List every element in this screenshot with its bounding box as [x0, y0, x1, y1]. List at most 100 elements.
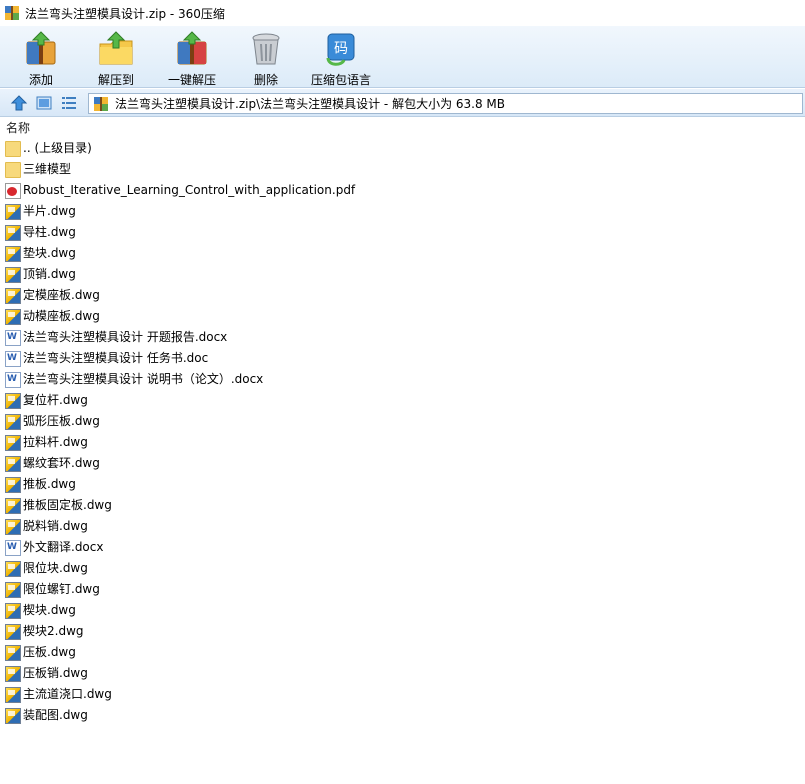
file-row[interactable]: 法兰弯头注塑模具设计 开题报告.docx [0, 327, 805, 348]
dwg-file-icon [5, 602, 21, 619]
file-row[interactable]: Robust_Iterative_Learning_Control_with_a… [0, 180, 805, 201]
file-name: 限位螺钉.dwg [23, 582, 100, 596]
dwg-file-icon [5, 518, 21, 535]
file-row[interactable]: .. (上级目录) [0, 138, 805, 159]
file-row[interactable]: 拉料杆.dwg [0, 432, 805, 453]
address-path-text: 法兰弯头注塑模具设计.zip\法兰弯头注塑模具设计 - 解包大小为 63.8 M… [115, 97, 506, 111]
extract-to-icon [99, 31, 133, 65]
add-label: 添加 [28, 73, 53, 87]
file-row[interactable]: 半片.dwg [0, 201, 805, 222]
file-row[interactable]: 推板.dwg [0, 474, 805, 495]
file-row[interactable]: 限位螺钉.dwg [0, 579, 805, 600]
dwg-file-icon [5, 476, 21, 493]
dwg-file-icon [5, 287, 21, 304]
file-name: .. (上级目录) [23, 141, 92, 155]
folder-icon [5, 140, 21, 157]
file-name: 弧形压板.dwg [23, 414, 100, 428]
app-window: 法兰弯头注塑模具设计.zip - 360压缩 添加 解压到 一键解压 删除 码 … [0, 0, 805, 784]
file-name: 法兰弯头注塑模具设计 开题报告.docx [23, 330, 228, 344]
file-row[interactable]: 弧形压板.dwg [0, 411, 805, 432]
dwg-file-icon [5, 581, 21, 598]
one-click-extract-button[interactable]: 一键解压 [165, 30, 219, 87]
word-doc-icon [5, 539, 21, 556]
file-list: 名称 .. (上级目录) 三维模型 Robust_Iterative_Learnin… [0, 118, 805, 784]
file-row[interactable]: 脱料销.dwg [0, 516, 805, 537]
file-name: 复位杆.dwg [23, 393, 88, 407]
file-name: 拉料杆.dwg [23, 435, 88, 449]
file-name: 螺纹套环.dwg [23, 456, 100, 470]
file-row[interactable]: 垫块.dwg [0, 243, 805, 264]
file-name: 动模座板.dwg [23, 309, 100, 323]
dwg-file-icon [5, 497, 21, 514]
file-name: 定模座板.dwg [23, 288, 100, 302]
dwg-file-icon [5, 266, 21, 283]
file-name: 主流道浇口.dwg [23, 687, 112, 701]
file-row[interactable]: 压板.dwg [0, 642, 805, 663]
dwg-file-icon [5, 413, 21, 430]
file-name: 顶销.dwg [23, 267, 76, 281]
file-name: 限位块.dwg [23, 561, 88, 575]
add-archive-icon [26, 31, 56, 65]
dwg-file-icon [5, 560, 21, 577]
archive-language-icon: 码 [326, 33, 355, 66]
file-name: 楔块2.dwg [23, 624, 84, 638]
file-row[interactable]: 复位杆.dwg [0, 390, 805, 411]
word-doc-icon [5, 329, 21, 346]
file-row[interactable]: 三维模型 [0, 159, 805, 180]
up-arrow-icon[interactable] [10, 94, 28, 112]
file-name: 三维模型 [23, 162, 72, 176]
file-name: 外文翻译.docx [23, 540, 104, 554]
file-row[interactable]: 限位块.dwg [0, 558, 805, 579]
thumbnail-view-icon[interactable] [35, 94, 53, 112]
add-button[interactable]: 添加 [17, 30, 65, 87]
archive-language-button[interactable]: 码 压缩包语言 [309, 30, 373, 87]
dwg-file-icon [5, 245, 21, 262]
window-title: 法兰弯头注塑模具设计.zip - 360压缩 [25, 6, 225, 21]
file-row[interactable]: 装配图.dwg [0, 705, 805, 726]
dwg-file-icon [5, 224, 21, 241]
file-row[interactable]: 外文翻译.docx [0, 537, 805, 558]
file-name: 法兰弯头注塑模具设计 任务书.doc [23, 351, 209, 365]
delete-button[interactable]: 删除 [247, 30, 285, 87]
file-name: 导柱.dwg [23, 225, 76, 239]
delete-label: 删除 [253, 73, 278, 87]
zip-file-icon [94, 96, 108, 111]
file-name: 推板.dwg [23, 477, 76, 491]
dwg-file-icon [5, 308, 21, 325]
dwg-file-icon [5, 623, 21, 640]
file-name: 半片.dwg [23, 204, 76, 218]
file-name: 压板销.dwg [23, 666, 88, 680]
file-name: 楔块.dwg [23, 603, 76, 617]
svg-text:码: 码 [334, 41, 348, 57]
file-row[interactable]: 推板固定板.dwg [0, 495, 805, 516]
file-row[interactable]: 楔块.dwg [0, 600, 805, 621]
file-name: 装配图.dwg [23, 708, 88, 722]
file-name: 法兰弯头注塑模具设计 说明书（论文）.docx [23, 372, 264, 386]
file-row[interactable]: 楔块2.dwg [0, 621, 805, 642]
file-row[interactable]: 导柱.dwg [0, 222, 805, 243]
file-name: Robust_Iterative_Learning_Control_with_a… [23, 183, 356, 197]
file-row[interactable]: 压板销.dwg [0, 663, 805, 684]
one-click-extract-icon [177, 31, 207, 65]
file-row[interactable]: 螺纹套环.dwg [0, 453, 805, 474]
column-header-name[interactable]: 名称 [0, 118, 805, 138]
file-row[interactable]: 顶销.dwg [0, 264, 805, 285]
file-row[interactable]: 定模座板.dwg [0, 285, 805, 306]
folder-icon [5, 161, 21, 178]
archive-language-label: 压缩包语言 [310, 73, 371, 87]
file-name: 压板.dwg [23, 645, 76, 659]
address-bar: 法兰弯头注塑模具设计.zip\法兰弯头注塑模具设计 - 解包大小为 63.8 M… [0, 89, 805, 117]
extract-to-button[interactable]: 解压到 [94, 30, 138, 87]
file-row[interactable]: 法兰弯头注塑模具设计 说明书（论文）.docx [0, 369, 805, 390]
file-rows: .. (上级目录) 三维模型 Robust_Iterative_Learning_C… [0, 138, 805, 726]
one-click-extract-label: 一键解压 [167, 73, 216, 87]
zip-app-icon [5, 6, 19, 20]
list-view-icon[interactable] [60, 94, 78, 112]
file-row[interactable]: 动模座板.dwg [0, 306, 805, 327]
file-row[interactable]: 法兰弯头注塑模具设计 任务书.doc [0, 348, 805, 369]
toolbar: 添加 解压到 一键解压 删除 码 压缩包语言 [0, 26, 805, 88]
file-row[interactable]: 主流道浇口.dwg [0, 684, 805, 705]
address-path-field[interactable]: 法兰弯头注塑模具设计.zip\法兰弯头注塑模具设计 - 解包大小为 63.8 M… [88, 93, 803, 114]
file-name: 垫块.dwg [23, 246, 76, 260]
dwg-file-icon [5, 644, 21, 661]
